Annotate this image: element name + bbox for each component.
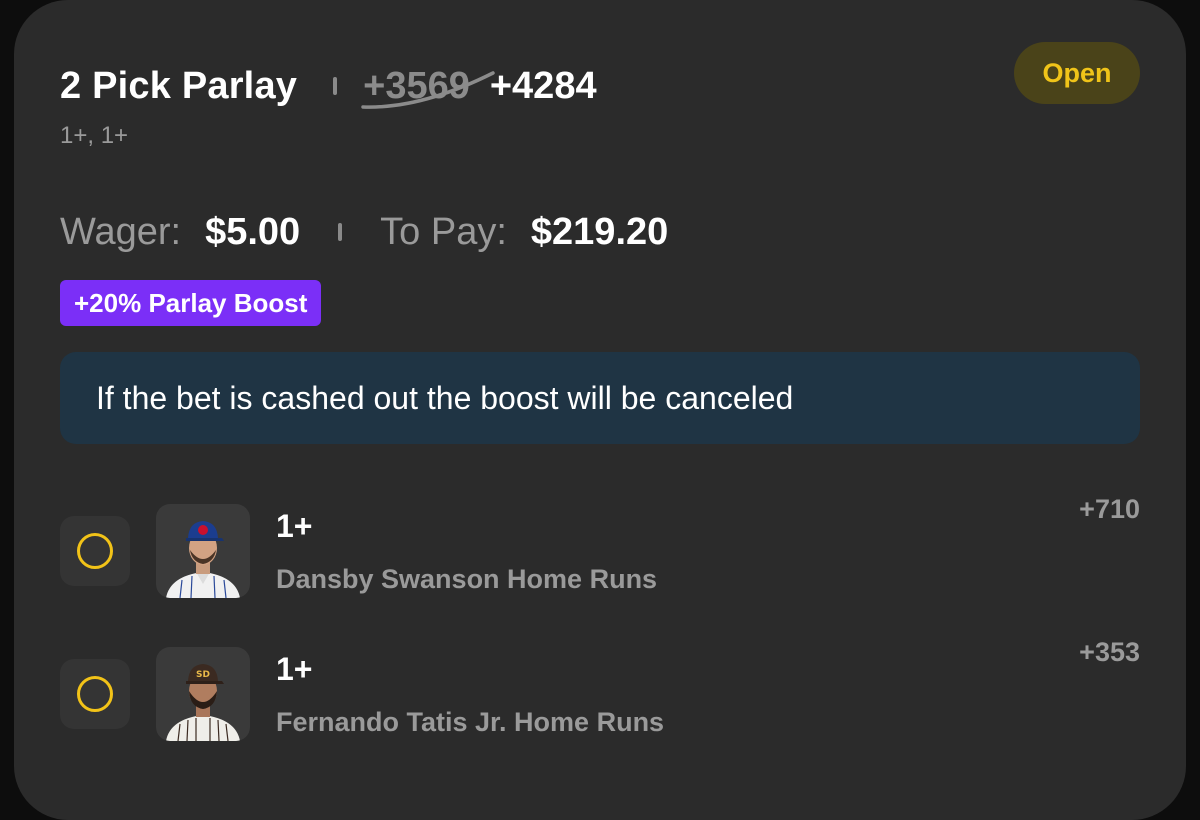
bet-selections-summary: 1+, 1+ bbox=[60, 122, 129, 149]
avatar: SD bbox=[156, 647, 250, 741]
leg-status-indicator bbox=[60, 659, 130, 729]
pending-circle-icon bbox=[77, 533, 113, 569]
header-divider bbox=[333, 77, 338, 95]
bet-header: 2 Pick Parlay +3569 +4284 bbox=[60, 58, 597, 114]
wager-row: Wager: $5.00 To Pay: $219.20 bbox=[60, 204, 668, 260]
wager-divider bbox=[338, 223, 343, 241]
status-badge: Open bbox=[1014, 42, 1140, 104]
to-pay-value: $219.20 bbox=[530, 210, 669, 253]
leg-status-indicator bbox=[60, 516, 130, 586]
leg-market-name: Dansby Swanson Home Runs bbox=[276, 564, 658, 594]
player-headshot-cubs-icon bbox=[166, 521, 240, 598]
strikethrough-mark bbox=[361, 70, 495, 109]
cashout-notice-text: If the bet is cashed out the boost will … bbox=[96, 379, 794, 416]
leg-odds: +353 bbox=[1079, 637, 1140, 667]
leg-line: 1+ bbox=[276, 651, 313, 687]
parlay-boost-badge: +20% Parlay Boost bbox=[60, 280, 322, 326]
boosted-odds: +4284 bbox=[489, 64, 597, 107]
bet-leg[interactable]: SD 1+ Fernando Tatis Jr. Home Runs +353 bbox=[60, 637, 1140, 747]
original-odds-wrapper: +3569 bbox=[361, 65, 495, 109]
leg-market-name: Fernando Tatis Jr. Home Runs bbox=[276, 707, 665, 737]
wager-label: Wager: bbox=[60, 210, 182, 253]
leg-odds: +710 bbox=[1079, 494, 1140, 524]
leg-line: 1+ bbox=[276, 508, 313, 544]
to-pay-label: To Pay: bbox=[380, 210, 507, 253]
pending-circle-icon bbox=[77, 676, 113, 712]
bet-title: 2 Pick Parlay bbox=[60, 64, 298, 107]
bet-leg[interactable]: 1+ Dansby Swanson Home Runs +710 bbox=[60, 494, 1140, 604]
player-headshot-padres-icon: SD bbox=[166, 664, 240, 741]
wager-value: $5.00 bbox=[205, 210, 301, 253]
avatar bbox=[156, 504, 250, 598]
cashout-notice: If the bet is cashed out the boost will … bbox=[60, 352, 1140, 444]
svg-text:SD: SD bbox=[196, 670, 210, 680]
